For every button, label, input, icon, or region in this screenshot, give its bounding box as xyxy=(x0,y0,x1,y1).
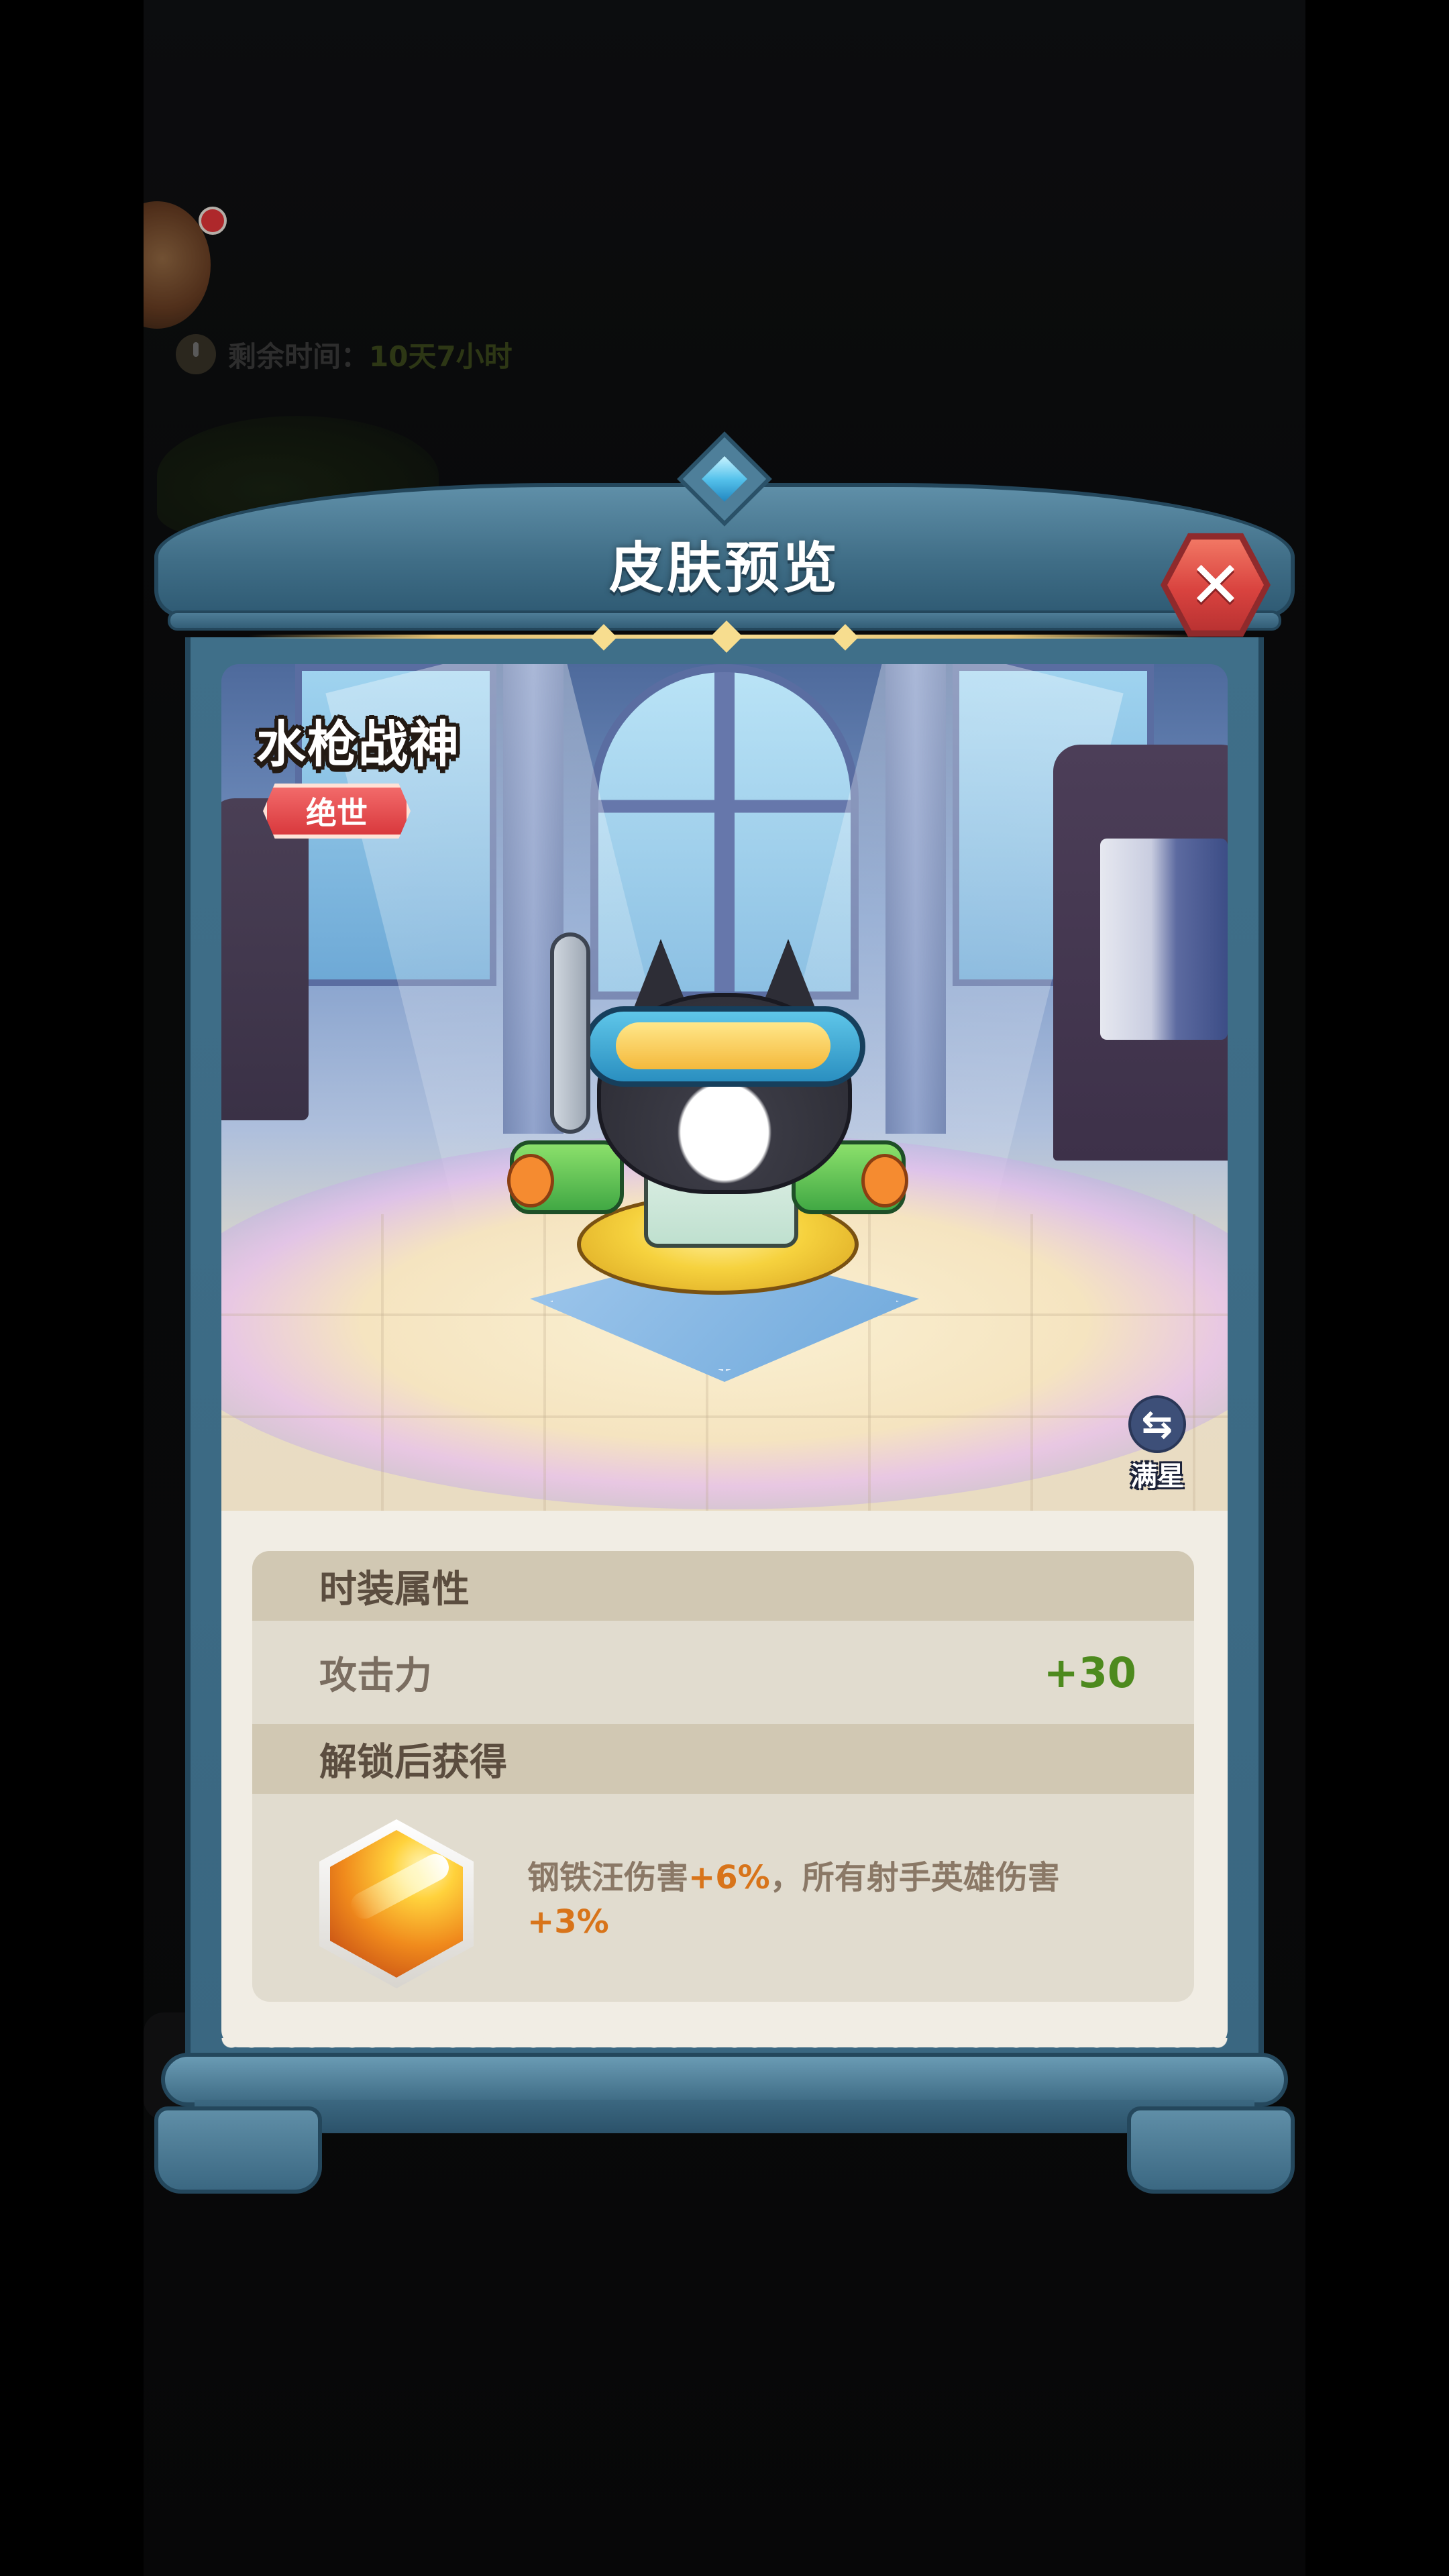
close-icon: ✕ xyxy=(1188,547,1243,623)
wardrobe xyxy=(1053,745,1228,1161)
rarity-badge: 绝世 xyxy=(263,784,411,839)
frame-bottom xyxy=(161,2053,1288,2106)
unlock-header: 解锁后获得 xyxy=(252,1724,1194,1794)
frame-foot-left xyxy=(154,2106,322,2194)
desc-bonus: +6% xyxy=(688,1859,770,1896)
skin-preview-area: 水枪战神 绝世 ⇆ 满星 xyxy=(221,664,1228,1511)
unlock-description: 钢铁汪伤害+6%，所有射手英雄伤害 +3% xyxy=(527,1856,1131,1944)
desc-bonus: +3% xyxy=(527,1903,609,1941)
close-button[interactable]: ✕ xyxy=(1161,530,1271,640)
diving-goggles xyxy=(584,1006,865,1087)
attributes-header: 时装属性 xyxy=(252,1551,1194,1621)
dialog-title: 皮肤预览 xyxy=(608,537,840,600)
snorkel xyxy=(550,932,590,1134)
timer-value: 10天7小时 xyxy=(369,339,513,373)
wardrobe-clothes xyxy=(1100,839,1228,1040)
stat-value: +30 xyxy=(1043,1648,1136,1697)
stat-name: 攻击力 xyxy=(319,1654,432,1698)
furniture-left xyxy=(221,798,309,1120)
skin-preview-dialog: 皮肤预览 ✕ 水枪战神 绝世 ⇆ 满星 时装属性 攻击力 +30 解锁后获得 钢… xyxy=(154,431,1295,2200)
max-star-toggle-button[interactable]: ⇆ 满星 xyxy=(1114,1395,1201,1496)
swap-icon: ⇆ xyxy=(1128,1395,1186,1453)
desc-text: ，所有射手英雄伤害 xyxy=(769,1859,1060,1896)
desc-text: 钢铁汪伤害 xyxy=(527,1859,689,1896)
info-panel: 时装属性 攻击力 +30 解锁后获得 钢铁汪伤害+6%，所有射手英雄伤害 +3% xyxy=(221,1511,1228,2058)
skin-name: 水枪战神 xyxy=(256,716,460,773)
stats-box: 时装属性 攻击力 +30 解锁后获得 钢铁汪伤害+6%，所有射手英雄伤害 +3% xyxy=(252,1551,1194,2002)
frame-foot-right xyxy=(1127,2106,1295,2194)
frame-skirt xyxy=(195,2100,1254,2133)
timer-label: 剩余时间： xyxy=(228,339,370,373)
event-timer: 剩余时间： 10天7小时 xyxy=(176,330,513,378)
max-star-label: 满星 xyxy=(1130,1461,1184,1492)
notification-dot xyxy=(199,207,227,235)
skill-icon xyxy=(319,1819,474,1988)
unlock-reward-row: 钢铁汪伤害+6%，所有射手英雄伤害 +3% xyxy=(252,1794,1194,2002)
skin-character xyxy=(507,932,939,1308)
stat-row: 攻击力 +30 xyxy=(252,1621,1194,1724)
clock-icon xyxy=(176,334,216,374)
water-gun-left xyxy=(507,1140,624,1214)
